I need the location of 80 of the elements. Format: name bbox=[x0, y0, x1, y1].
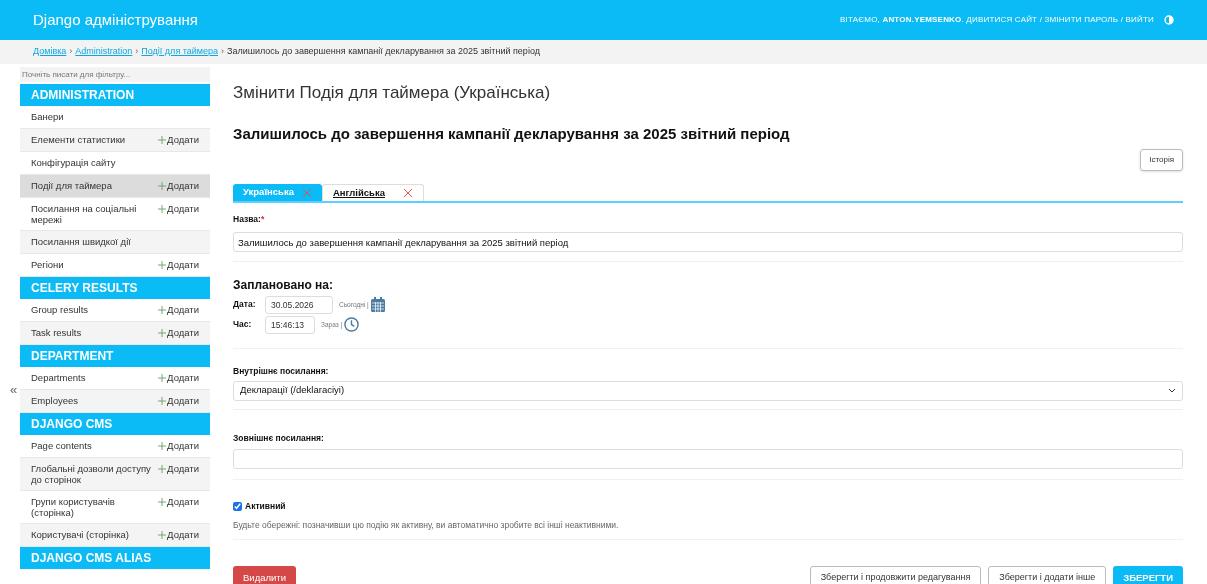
plus-icon[interactable] bbox=[158, 181, 167, 190]
plus-icon[interactable] bbox=[158, 530, 167, 539]
add-link[interactable]: Додати bbox=[158, 180, 199, 191]
object-title: Залишилось до завершення кампанії декларування за 2025 звітний період bbox=[233, 123, 791, 144]
help-text: Будьте обережні: позначивши цю подію як активну, ви автоматично зробите всі інші неактивними. bbox=[233, 519, 620, 532]
plus-icon[interactable] bbox=[158, 373, 167, 382]
sidebar-item[interactable]: Employees Додати bbox=[20, 390, 210, 413]
add-link[interactable]: Додати bbox=[158, 529, 199, 540]
sidebar-item[interactable]: Task results Додати bbox=[20, 322, 210, 345]
save-continue-button[interactable]: Зберегти і продовжити редагування bbox=[809, 565, 982, 584]
sidebar-link[interactable]: Елементи статистики bbox=[31, 134, 151, 145]
plus-icon[interactable] bbox=[158, 396, 167, 405]
text-field[interactable]: 30.05.2026 bbox=[265, 295, 333, 314]
field-label: Зовнішнє посилання: bbox=[233, 431, 325, 445]
field-label: Час: bbox=[233, 318, 253, 332]
add-link[interactable]: Додати bbox=[158, 395, 199, 406]
history-button[interactable]: Історія bbox=[1140, 149, 1183, 171]
sidebar-link[interactable]: Departments bbox=[31, 372, 151, 383]
delete-button[interactable]: Видалити bbox=[233, 565, 296, 584]
add-link[interactable]: Додати bbox=[158, 372, 199, 383]
calendar-icon[interactable] bbox=[370, 297, 385, 313]
breadcrumb-current: Залишилось до завершення кампанії декларування за 2025 звітний період bbox=[227, 45, 540, 59]
field-label: Дата: bbox=[233, 298, 257, 312]
add-link[interactable]: Додати bbox=[158, 327, 199, 338]
sidebar-link[interactable]: Банери bbox=[31, 111, 151, 122]
delete-translation-icon[interactable] bbox=[301, 187, 312, 198]
name-field[interactable]: Залишилось до завершення кампанії декларування за 2025 звітний період bbox=[233, 232, 1183, 253]
save-add-button[interactable]: Зберегти і додати інше bbox=[988, 565, 1107, 584]
plus-icon[interactable] bbox=[158, 464, 167, 473]
sidebar-link[interactable]: Посилання швидкої дії bbox=[31, 236, 151, 247]
plus-icon[interactable] bbox=[158, 135, 167, 144]
add-link[interactable]: Додати bbox=[158, 440, 199, 451]
checkbox-label: Активний bbox=[245, 500, 286, 513]
sidebar-link[interactable]: Регіони bbox=[31, 259, 151, 270]
link-select[interactable]: Декларації (/deklaraciyi) bbox=[233, 380, 1183, 401]
section-heading: Заплановано на: bbox=[233, 276, 335, 294]
sidebar-item[interactable]: Користувачі (сторінка) Додати bbox=[20, 524, 210, 547]
sidebar-link[interactable]: Групи користувачів (сторінка) bbox=[31, 496, 151, 518]
theme-toggle-icon[interactable] bbox=[1164, 15, 1174, 25]
breadcrumb-separator: › bbox=[69, 45, 73, 59]
active-checkbox[interactable] bbox=[233, 502, 242, 512]
add-link[interactable]: Додати bbox=[158, 134, 199, 145]
plus-icon[interactable] bbox=[158, 260, 167, 269]
field-label: Назва:* bbox=[233, 213, 266, 226]
plus-icon[interactable] bbox=[158, 204, 167, 213]
sidebar-link[interactable]: Group results bbox=[31, 304, 151, 315]
sidebar-link[interactable]: Посилання на соціальні мережі bbox=[31, 203, 151, 225]
text-field[interactable]: 15:46:13 bbox=[265, 315, 315, 334]
add-link[interactable]: Додати bbox=[158, 463, 199, 474]
collapse-sidebar-toggle[interactable]: « bbox=[10, 380, 18, 400]
field-label: Внутрішнє посилання: bbox=[233, 364, 330, 378]
sidebar-link[interactable]: Глобальні дозволи доступу до сторінок bbox=[31, 463, 151, 485]
sidebar-link[interactable]: Користувачі (сторінка) bbox=[31, 529, 151, 540]
sidebar-item[interactable]: Глобальні дозволи доступу до сторінок Додати bbox=[20, 458, 210, 491]
sidebar-link[interactable]: Події для таймера bbox=[31, 180, 151, 191]
plus-icon[interactable] bbox=[158, 441, 167, 450]
add-link[interactable]: Додати bbox=[158, 496, 199, 507]
external-link-field[interactable] bbox=[233, 449, 1183, 470]
add-link[interactable]: Додати bbox=[158, 259, 199, 270]
plus-icon[interactable] bbox=[158, 497, 167, 506]
plus-icon[interactable] bbox=[158, 305, 167, 314]
add-link[interactable]: Додати bbox=[158, 304, 199, 315]
plus-icon[interactable] bbox=[158, 328, 167, 337]
language-tab[interactable]: Англійська bbox=[321, 184, 424, 201]
sidebar-link[interactable]: Employees bbox=[31, 395, 151, 406]
sidebar-item[interactable]: Події для таймера Додати bbox=[20, 175, 210, 198]
sidebar-item[interactable]: Елементи статистики Додати bbox=[20, 129, 210, 152]
add-link[interactable]: Додати bbox=[158, 203, 199, 214]
page-title: Змінити Подія для таймера (Українська) bbox=[233, 82, 552, 104]
sidebar-item[interactable]: Посилання швидкої дії bbox=[20, 231, 210, 254]
clock-icon[interactable] bbox=[344, 317, 360, 333]
sidebar-link[interactable]: Page contents bbox=[31, 440, 151, 451]
delete-translation-icon[interactable] bbox=[402, 188, 413, 198]
user-tools: ВІТАЄМО, ANTON.YEMSENKO. ДИВИТИСЯ САЙТ / ЗМІНИТИ ПАРОЛЬ / ВИЙТИ bbox=[840, 14, 1154, 26]
breadcrumb-separator: › bbox=[221, 45, 224, 59]
sidebar-link[interactable]: Конфігурація сайту bbox=[31, 157, 151, 168]
breadcrumb-separator: › bbox=[135, 45, 139, 59]
filter-field[interactable]: Почніть писати для фільтру... bbox=[20, 67, 210, 82]
sidebar-link[interactable]: Task results bbox=[31, 327, 151, 338]
chevron-down-icon bbox=[1168, 388, 1176, 393]
